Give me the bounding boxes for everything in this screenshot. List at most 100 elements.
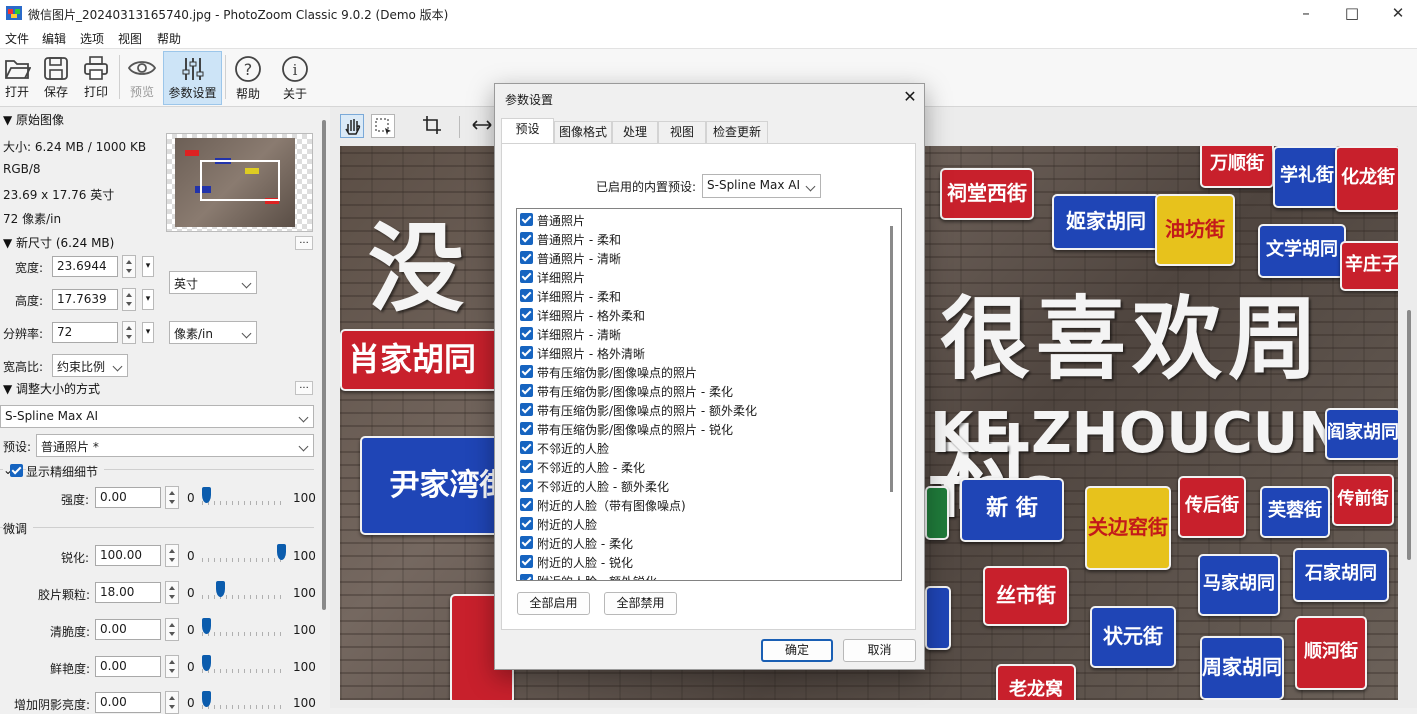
preset-list[interactable]: 普通照片 普通照片 - 柔和 普通照片 - 清晰 详细照片 详细照片 - 柔和 详细照片 … (516, 208, 902, 581)
tab-image-format[interactable]: 图像格式 (554, 121, 612, 143)
preset-item-checkbox[interactable] (520, 384, 533, 397)
shadow-slider-thumb[interactable] (202, 691, 211, 707)
width-link-button[interactable]: ▾ (142, 256, 154, 277)
vivid-spinner[interactable] (165, 655, 179, 678)
preset-item-checkbox[interactable] (520, 498, 533, 511)
preset-item-checkbox[interactable] (520, 232, 533, 245)
menu-edit[interactable]: 编辑 (42, 30, 66, 47)
grain-input[interactable]: 18.00 (95, 582, 161, 603)
preset-list-scrollbar[interactable] (890, 226, 893, 492)
grain-spinner[interactable] (165, 581, 179, 604)
select-tool-button[interactable] (371, 114, 395, 138)
resize-method-select[interactable]: S-Spline Max AI (0, 405, 314, 428)
crisp-slider-thumb[interactable] (202, 618, 211, 634)
preset-item-checkbox[interactable] (520, 270, 533, 283)
vivid-slider-thumb[interactable] (202, 655, 211, 671)
sharpen-slider[interactable] (202, 544, 286, 562)
crisp-input[interactable]: 0.00 (95, 619, 161, 640)
preset-item-checkbox[interactable] (520, 517, 533, 530)
preset-item-checkbox[interactable] (520, 365, 533, 378)
crop-tool-button[interactable] (421, 114, 445, 138)
fit-width-button[interactable] (471, 114, 495, 138)
shadow-input[interactable]: 0.00 (95, 692, 161, 713)
close-window-button[interactable]: ✕ (1375, 0, 1417, 28)
preset-item-checkbox[interactable] (520, 460, 533, 473)
sharpen-slider-thumb[interactable] (277, 544, 286, 560)
preset-item-checkbox[interactable] (520, 289, 533, 302)
size-unit-select[interactable]: 英寸 (169, 271, 257, 294)
crisp-spinner[interactable] (165, 618, 179, 641)
sharpen-input[interactable]: 100.00 (95, 545, 161, 566)
save-button[interactable]: 保存 (38, 51, 74, 103)
strength-slider-thumb[interactable] (202, 487, 211, 503)
tab-view[interactable]: 视图 (658, 121, 706, 143)
preset-item-checkbox[interactable] (520, 308, 533, 321)
help-button[interactable]: ? 帮助 (230, 51, 266, 103)
preset-item-checkbox[interactable] (520, 422, 533, 435)
tab-processing[interactable]: 处理 (612, 121, 658, 143)
grain-slider[interactable] (202, 581, 286, 599)
print-button[interactable]: 打印 (78, 51, 114, 103)
enable-all-button[interactable]: 全部启用 (517, 592, 590, 615)
menu-options[interactable]: 选项 (80, 30, 104, 47)
resolution-link-button[interactable]: ▾ (142, 322, 154, 343)
sharpen-spinner[interactable] (165, 544, 179, 567)
preset-item-checkbox[interactable] (520, 403, 533, 416)
strength-input[interactable]: 0.00 (95, 487, 161, 508)
image-scrollbar[interactable] (1407, 310, 1411, 560)
preset-item-checkbox[interactable] (520, 251, 533, 264)
preset-item-checkbox[interactable] (520, 574, 533, 580)
aspect-ratio-select[interactable]: 约束比例 (52, 354, 128, 377)
resolution-input[interactable]: 72 (52, 322, 118, 343)
new-size-more-button[interactable]: ... (295, 236, 313, 250)
finetune-header[interactable]: 微调 (3, 520, 34, 537)
menu-help[interactable]: 帮助 (157, 30, 181, 47)
resolution-spinner[interactable] (122, 321, 136, 344)
menu-file[interactable]: 文件 (5, 30, 29, 47)
width-spinner[interactable] (122, 255, 136, 278)
original-image-header[interactable]: ▼ 原始图像 (3, 111, 64, 128)
height-spinner[interactable] (122, 288, 136, 311)
about-button[interactable]: i 关于 (277, 51, 313, 103)
tab-check-updates[interactable]: 检查更新 (706, 121, 768, 143)
params-button[interactable]: 参数设置 (163, 51, 222, 105)
preset-item-checkbox[interactable] (520, 213, 533, 226)
hand-tool-button[interactable] (340, 114, 364, 138)
preset-item-checkbox[interactable] (520, 346, 533, 359)
shadow-slider[interactable] (202, 691, 286, 709)
preset-item-checkbox[interactable] (520, 327, 533, 340)
crisp-slider[interactable] (202, 618, 286, 636)
menu-view[interactable]: 视图 (118, 30, 142, 47)
panel-scrollbar[interactable] (322, 120, 326, 610)
resolution-unit-select[interactable]: 像素/in (169, 321, 257, 344)
resize-method-more-button[interactable]: ... (295, 381, 313, 395)
dialog-close-button[interactable]: ✕ (899, 86, 921, 108)
resize-method-header[interactable]: ▼ 调整大小的方式 (3, 380, 100, 397)
width-input[interactable]: 23.6944 (52, 256, 118, 277)
preset-item-checkbox[interactable] (520, 555, 533, 568)
maximize-button[interactable]: □ (1329, 0, 1375, 28)
preset-engine-select[interactable]: S-Spline Max AI (702, 174, 821, 198)
vivid-input[interactable]: 0.00 (95, 656, 161, 677)
preset-item-checkbox[interactable] (520, 536, 533, 549)
preset-item-checkbox[interactable] (520, 479, 533, 492)
vivid-slider[interactable] (202, 655, 286, 673)
disable-all-button[interactable]: 全部禁用 (604, 592, 677, 615)
grain-slider-thumb[interactable] (216, 581, 225, 597)
preset-select[interactable]: 普通照片 * (36, 434, 314, 457)
thumbnail-viewport[interactable] (200, 160, 280, 201)
ok-button[interactable]: 确定 (761, 639, 833, 662)
thumbnail[interactable] (166, 133, 313, 232)
tab-presets[interactable]: 预设 (501, 118, 554, 144)
open-button[interactable]: 打开 (0, 51, 34, 103)
new-size-header[interactable]: ▼ 新尺寸 (6.24 MB) (3, 234, 114, 251)
cancel-button[interactable]: 取消 (843, 639, 916, 662)
strength-slider[interactable] (202, 487, 286, 505)
show-detail-checkbox[interactable] (10, 464, 23, 477)
preview-button[interactable]: 预览 (123, 51, 161, 103)
shadow-spinner[interactable] (165, 691, 179, 714)
strength-spinner[interactable] (165, 486, 179, 509)
preset-item-checkbox[interactable] (520, 441, 533, 454)
minimize-button[interactable]: – (1283, 0, 1329, 28)
height-input[interactable]: 17.7639 (52, 289, 118, 310)
